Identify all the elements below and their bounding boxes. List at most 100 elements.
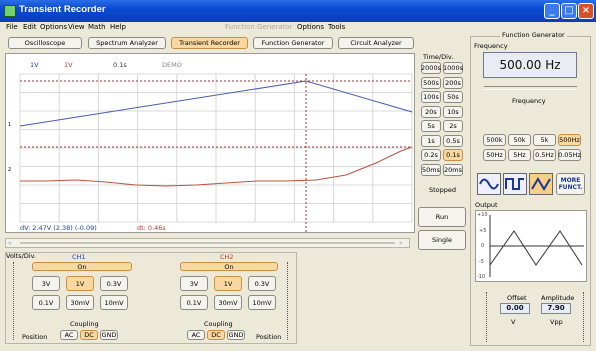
ch1-scale-button[interactable]: 30mV — [66, 295, 94, 310]
frequency-range-button[interactable]: 5Hz — [508, 149, 531, 161]
time-div-button[interactable]: 20s — [421, 105, 441, 118]
window-title: Transient Recorder — [19, 4, 106, 15]
ch1-scale-button[interactable]: 3V — [32, 276, 60, 291]
frequency-range-button[interactable]: 0.5Hz — [533, 149, 556, 161]
time-div-button[interactable]: 50s — [443, 91, 463, 103]
time-div-button[interactable]: 100s — [421, 91, 441, 103]
output-tick: +5 — [479, 228, 487, 234]
scroll-left-icon[interactable]: « — [8, 240, 12, 247]
minimize-button[interactable]: _ — [544, 3, 560, 19]
ch1-coupling-dc[interactable]: DC — [80, 330, 98, 340]
maximize-button[interactable]: □ — [561, 3, 577, 19]
ch2-scale-button[interactable]: 1V — [214, 276, 242, 291]
ch2-position-track[interactable] — [287, 262, 288, 340]
ch2-coupling-label: Coupling — [204, 320, 233, 328]
ch1-coupling-label: Coupling — [70, 320, 99, 328]
sine-icon[interactable] — [477, 173, 501, 195]
ch2-marker: 2 — [8, 167, 12, 173]
time-div-button[interactable]: 1s — [421, 134, 441, 147]
menu-file[interactable]: File — [6, 23, 18, 31]
frequency-label: Frequency — [474, 42, 508, 50]
amplitude-label: Amplitude — [541, 294, 575, 302]
triangle-icon[interactable] — [529, 173, 553, 195]
ch1-scale-button[interactable]: 10mV — [100, 295, 128, 310]
time-div-button[interactable]: 2000s — [421, 62, 441, 74]
ch2-scale-button[interactable]: 0.3V — [248, 276, 276, 291]
menu-help[interactable]: Help — [110, 23, 126, 31]
tab-oscilloscope[interactable]: Oscilloscope — [8, 37, 82, 49]
tab-transient-recorder[interactable]: Transient Recorder — [171, 37, 248, 49]
menu-fg-options[interactable]: Options — [297, 23, 324, 31]
ch1-scale-button[interactable]: 0.3V — [100, 276, 128, 291]
single-button[interactable]: Single — [418, 230, 466, 250]
run-button[interactable]: Run — [418, 207, 466, 227]
amplitude-readout: 7.90 — [541, 303, 571, 314]
dt-readout: dt: 0.46s — [137, 224, 166, 232]
status-text: Stopped — [429, 186, 457, 194]
ch2-scale-button[interactable]: 3V — [180, 276, 208, 291]
menu-edit[interactable]: Edit — [23, 23, 37, 31]
ch1-on-button[interactable]: On — [32, 262, 132, 271]
ch1-coupling-ac[interactable]: AC — [60, 330, 78, 340]
ch1-scale-button[interactable]: 0.1V — [32, 295, 60, 310]
scroll-right-icon[interactable]: » — [399, 240, 403, 247]
output-svg — [489, 215, 584, 277]
menu-view[interactable]: View — [68, 23, 85, 31]
time-div-title: Time/Div. — [423, 53, 454, 61]
time-div-button[interactable]: 1000s — [443, 62, 463, 74]
menu-fg-tools[interactable]: Tools — [328, 23, 345, 31]
dv-readout: dV: 2.47V (2.38) (-0.09) — [20, 224, 97, 232]
frequency-display: 500.00 Hz — [483, 52, 577, 78]
time-div-button[interactable]: 0.2s — [421, 149, 441, 161]
tab-spectrum-analyzer[interactable]: Spectrum Analyzer — [88, 37, 166, 49]
output-tick: -5 — [479, 259, 484, 265]
tab-circuit-analyzer[interactable]: Circuit Analyzer — [338, 37, 414, 49]
amplitude-slider[interactable] — [583, 292, 584, 342]
ch1-scale-button[interactable]: 1V — [66, 276, 94, 291]
ch1-position-track[interactable] — [13, 262, 14, 340]
ch2-scale-button[interactable]: 0.1V — [180, 295, 208, 310]
ch2-coupling-gnd[interactable]: GND — [227, 330, 245, 340]
menu-math[interactable]: Math — [88, 23, 106, 31]
output-tick: +10 — [477, 212, 488, 218]
ch2-scale-button[interactable]: 10mV — [248, 295, 276, 310]
offset-label: Offset — [507, 294, 527, 302]
ch2-on-button[interactable]: On — [180, 262, 278, 271]
ch2-position-label: Position — [256, 333, 282, 341]
ch1-coupling-gnd[interactable]: GND — [100, 330, 118, 340]
frequency-range-button[interactable]: 0.05Hz — [558, 149, 581, 161]
frequency-range-button[interactable]: 500Hz — [558, 134, 581, 146]
frequency-range-button[interactable]: 50k — [508, 134, 531, 146]
close-button[interactable]: × — [578, 3, 594, 19]
offset-slider[interactable] — [486, 292, 487, 342]
frequency-slider[interactable] — [484, 86, 577, 90]
time-scrollbar[interactable]: « » — [5, 238, 410, 248]
menu-options[interactable]: Options — [40, 23, 67, 31]
tab-function-generator[interactable]: Function Generator — [253, 37, 333, 49]
output-waveform — [489, 230, 583, 266]
time-div-button[interactable]: 0.5s — [443, 134, 463, 147]
transient-plot[interactable]: 1V 1V 0.1s DEMO 1 2 dV: 2.47V (2.38) (-0… — [5, 53, 419, 233]
time-div-button[interactable]: 10s — [443, 105, 463, 118]
frequency-slider-label: Frequency — [512, 97, 546, 105]
ch1-scale-label: 1V — [30, 61, 39, 69]
ch2-coupling-dc[interactable]: DC — [207, 330, 225, 340]
offset-unit: V — [511, 318, 516, 326]
ch2-scale-button[interactable]: 30mV — [214, 295, 242, 310]
time-div-button[interactable]: 200s — [443, 76, 463, 89]
square-icon[interactable] — [503, 173, 527, 195]
time-div-button[interactable]: 5s — [421, 120, 441, 132]
output-tick: -10 — [477, 274, 486, 280]
frequency-range-button[interactable]: 5k — [533, 134, 556, 146]
time-div-button[interactable]: 0.1s — [443, 149, 463, 161]
frequency-range-button[interactable]: 500k — [483, 134, 506, 146]
scroll-track[interactable] — [20, 242, 395, 244]
more-functions-button[interactable]: MORE FUNCT. — [556, 173, 585, 195]
ch2-coupling-ac[interactable]: AC — [187, 330, 205, 340]
time-div-button[interactable]: 50ms — [421, 163, 441, 176]
time-div-button[interactable]: 20ms — [443, 163, 463, 176]
time-div-button[interactable]: 2s — [443, 120, 463, 132]
time-div-button[interactable]: 500s — [421, 76, 441, 89]
plot-svg — [19, 73, 419, 232]
frequency-range-button[interactable]: 50Hz — [483, 149, 506, 161]
